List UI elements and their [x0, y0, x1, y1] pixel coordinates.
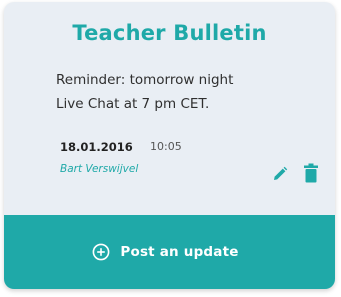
bulletin-message-line: Live Chat at 7 pm CET.: [56, 96, 210, 112]
post-date: 18.01.2016: [60, 140, 133, 154]
delete-button[interactable]: [303, 163, 319, 183]
post-update-button-content: Post an update: [92, 243, 238, 261]
bulletin-title: Teacher Bulletin: [72, 21, 267, 45]
bulletin-message: Reminder: tomorrow night Live Chat at 7 …: [56, 68, 316, 116]
plus-circle-icon: [92, 243, 110, 261]
pencil-icon: [274, 166, 288, 180]
author-link[interactable]: Bart Verswijvel: [60, 163, 138, 175]
trash-icon: [304, 163, 318, 183]
teacher-bulletin-card: Teacher Bulletin Reminder: tomorrow nigh…: [4, 2, 335, 289]
post-time: 10:05: [150, 140, 182, 153]
bulletin-message-line: Reminder: tomorrow night: [56, 72, 234, 88]
edit-button[interactable]: [272, 166, 288, 182]
post-update-button[interactable]: Post an update: [4, 215, 335, 289]
post-update-label: Post an update: [120, 244, 239, 260]
